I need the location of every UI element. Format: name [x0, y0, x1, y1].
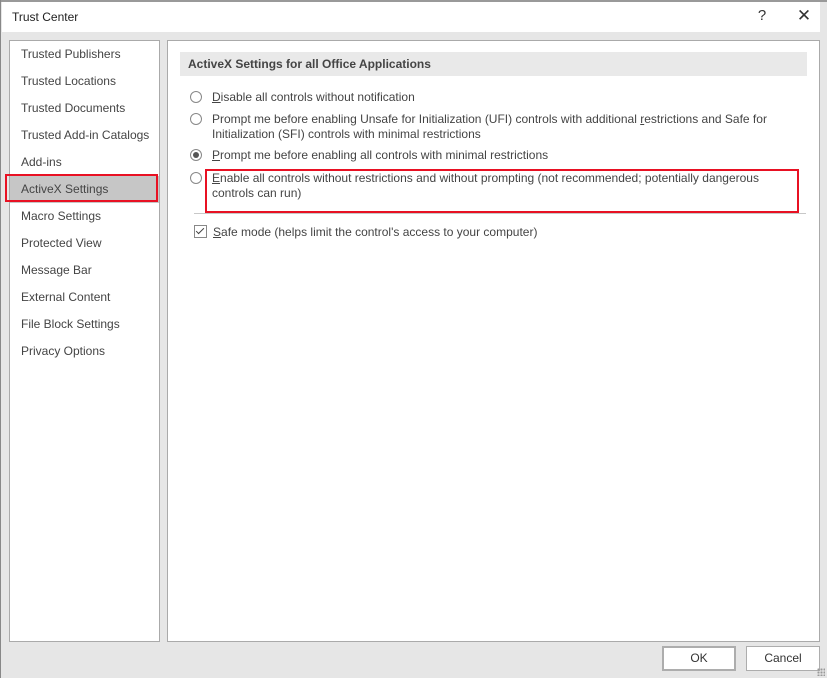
- divider: [194, 213, 806, 214]
- safe-mode-checkbox-row[interactable]: Safe mode (helps limit the control's acc…: [194, 225, 537, 239]
- option-label: nable all controls without restrictions …: [212, 171, 759, 200]
- sidebar-item-addins[interactable]: Add-ins: [10, 149, 159, 176]
- option-label: isable all controls without notification: [220, 90, 415, 104]
- radio-prompt-ufi-sfi[interactable]: Prompt me before enabling Unsafe for Ini…: [190, 112, 792, 142]
- safe-mode-label: afe mode (helps limit the control's acce…: [221, 225, 538, 239]
- radio-button[interactable]: [190, 91, 202, 103]
- accel-key: S: [213, 225, 222, 239]
- sidebar-item-activex-settings[interactable]: ActiveX Settings: [10, 176, 159, 203]
- sidebar-item-protected-view[interactable]: Protected View: [10, 230, 159, 257]
- accel-key: D: [212, 90, 221, 104]
- sidebar-item-trusted-publishers[interactable]: Trusted Publishers: [10, 41, 159, 68]
- option-label-start: Prompt me before enabling Unsafe for Ini…: [212, 112, 641, 126]
- radio-prompt-all-controls[interactable]: Prompt me before enabling all controls w…: [190, 148, 792, 163]
- title-bar: Trust Center ? ✕: [2, 2, 820, 32]
- radio-enable-all-controls[interactable]: Enable all controls without restrictions…: [190, 171, 792, 201]
- sidebar-item-external-content[interactable]: External Content: [10, 284, 159, 311]
- option-label: rompt me before enabling all controls wi…: [220, 148, 549, 162]
- safe-mode-checkbox[interactable]: [194, 225, 207, 238]
- sidebar-item-macro-settings[interactable]: Macro Settings: [10, 203, 159, 230]
- section-header: ActiveX Settings for all Office Applicat…: [180, 52, 807, 76]
- sidebar-item-message-bar[interactable]: Message Bar: [10, 257, 159, 284]
- section-title: ActiveX Settings for all Office Applicat…: [188, 57, 431, 71]
- radio-button[interactable]: [190, 172, 202, 184]
- sidebar-nav: Trusted Publishers Trusted Locations Tru…: [9, 40, 160, 642]
- radio-button-checked[interactable]: [190, 149, 202, 161]
- accel-key: P: [212, 148, 221, 162]
- sidebar-item-trusted-locations[interactable]: Trusted Locations: [10, 68, 159, 95]
- accel-key: E: [212, 171, 221, 185]
- close-icon[interactable]: ✕: [792, 6, 816, 28]
- radio-disable-all-controls[interactable]: Disable all controls without notificatio…: [190, 90, 792, 105]
- dialog-title: Trust Center: [12, 10, 79, 24]
- resize-grip[interactable]: [817, 668, 825, 676]
- settings-panel: ActiveX Settings for all Office Applicat…: [167, 40, 820, 642]
- cancel-button[interactable]: Cancel: [746, 646, 820, 671]
- ok-button[interactable]: OK: [662, 646, 736, 671]
- radio-button[interactable]: [190, 113, 202, 125]
- sidebar-item-privacy-options[interactable]: Privacy Options: [10, 338, 159, 365]
- sidebar-item-file-block-settings[interactable]: File Block Settings: [10, 311, 159, 338]
- sidebar-item-trusted-addin-catalogs[interactable]: Trusted Add-in Catalogs: [10, 122, 159, 149]
- help-icon[interactable]: ?: [752, 7, 772, 27]
- trust-center-dialog: Trust Center ? ✕ Trusted Publishers Trus…: [0, 0, 827, 678]
- sidebar-item-trusted-documents[interactable]: Trusted Documents: [10, 95, 159, 122]
